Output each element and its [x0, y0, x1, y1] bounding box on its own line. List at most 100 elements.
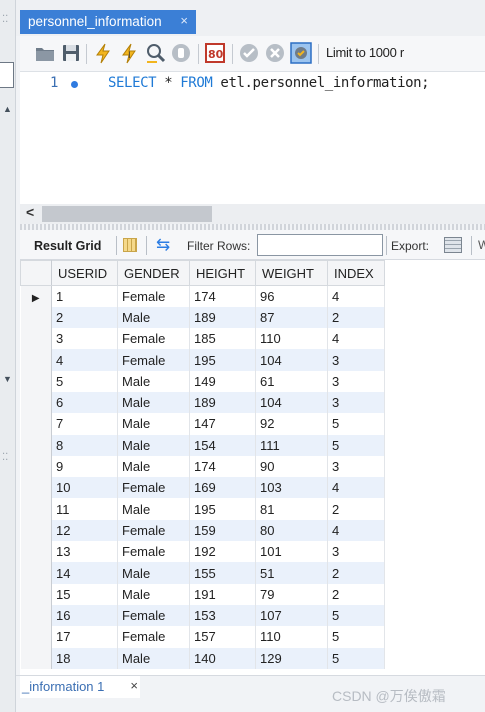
- query-tab[interactable]: personnel_information ×: [20, 10, 196, 34]
- export-icon[interactable]: [444, 237, 462, 253]
- adjacent-input-edge[interactable]: [0, 62, 14, 88]
- grid-layout-icon[interactable]: [123, 238, 137, 252]
- cell-height[interactable]: 185: [189, 328, 256, 350]
- table-row[interactable]: ▶ 1 Female 174 96 4: [20, 285, 385, 307]
- row-indicator[interactable]: [20, 455, 52, 478]
- row-indicator[interactable]: [20, 328, 52, 350]
- wrap-cell-label[interactable]: W: [478, 238, 485, 252]
- cell-weight[interactable]: 79: [255, 583, 328, 605]
- cell-weight[interactable]: 92: [255, 413, 328, 435]
- cell-height[interactable]: 189: [189, 391, 256, 414]
- table-row[interactable]: 12 Female 159 80 4: [20, 519, 385, 542]
- cell-gender[interactable]: Male: [117, 562, 190, 584]
- cell-height[interactable]: 189: [189, 306, 256, 329]
- column-header-index[interactable]: INDEX: [327, 260, 385, 286]
- row-indicator[interactable]: [20, 477, 52, 499]
- cell-userid[interactable]: 4: [51, 349, 118, 371]
- cell-gender[interactable]: Female: [117, 604, 190, 627]
- execute-current-icon[interactable]: I: [118, 42, 140, 64]
- cell-height[interactable]: 140: [189, 647, 256, 669]
- row-indicator[interactable]: [20, 391, 52, 414]
- cell-gender[interactable]: Male: [117, 455, 190, 478]
- cell-index[interactable]: 5: [327, 647, 385, 669]
- row-indicator[interactable]: [20, 626, 52, 648]
- cell-weight[interactable]: 110: [255, 328, 328, 350]
- cell-height[interactable]: 153: [189, 604, 256, 627]
- explain-magnifier-icon[interactable]: [144, 42, 166, 64]
- commit-check-icon[interactable]: [238, 42, 260, 64]
- cell-weight[interactable]: 81: [255, 498, 328, 520]
- cell-userid[interactable]: 2: [51, 306, 118, 329]
- column-header-userid[interactable]: USERID: [51, 260, 118, 286]
- close-icon[interactable]: ×: [180, 13, 188, 28]
- table-row[interactable]: 11 Male 195 81 2: [20, 498, 385, 520]
- scroll-thumb[interactable]: [42, 206, 212, 222]
- row-indicator[interactable]: ▶: [20, 285, 52, 307]
- cell-index[interactable]: 3: [327, 541, 385, 563]
- cell-height[interactable]: 147: [189, 413, 256, 435]
- cell-weight[interactable]: 80: [255, 519, 328, 542]
- row-indicator[interactable]: [20, 647, 52, 669]
- cell-gender[interactable]: Male: [117, 647, 190, 669]
- table-row[interactable]: 14 Male 155 51 2: [20, 562, 385, 584]
- table-row[interactable]: 5 Male 149 61 3: [20, 370, 385, 392]
- cell-index[interactable]: 4: [327, 477, 385, 499]
- cell-userid[interactable]: 16: [51, 604, 118, 627]
- row-indicator[interactable]: [20, 604, 52, 627]
- cell-index[interactable]: 2: [327, 498, 385, 520]
- cell-gender[interactable]: Female: [117, 477, 190, 499]
- row-indicator[interactable]: [20, 583, 52, 605]
- cell-gender[interactable]: Female: [117, 541, 190, 563]
- cell-userid[interactable]: 17: [51, 626, 118, 648]
- cell-weight[interactable]: 111: [255, 434, 328, 456]
- cell-weight[interactable]: 61: [255, 370, 328, 392]
- stop-hand-icon[interactable]: [170, 42, 192, 64]
- column-header-weight[interactable]: WEIGHT: [255, 260, 328, 286]
- cell-index[interactable]: 2: [327, 583, 385, 605]
- column-header-height[interactable]: HEIGHT: [189, 260, 256, 286]
- cell-height[interactable]: 195: [189, 498, 256, 520]
- table-row[interactable]: 13 Female 192 101 3: [20, 541, 385, 563]
- cell-userid[interactable]: 18: [51, 647, 118, 669]
- cell-gender[interactable]: Female: [117, 519, 190, 542]
- cell-userid[interactable]: 5: [51, 370, 118, 392]
- row-indicator[interactable]: [20, 413, 52, 435]
- cell-userid[interactable]: 7: [51, 413, 118, 435]
- cell-index[interactable]: 2: [327, 306, 385, 329]
- table-row[interactable]: 6 Male 189 104 3: [20, 391, 385, 414]
- cell-height[interactable]: 195: [189, 349, 256, 371]
- cell-index[interactable]: 5: [327, 413, 385, 435]
- cell-userid[interactable]: 8: [51, 434, 118, 456]
- cell-index[interactable]: 2: [327, 562, 385, 584]
- cell-userid[interactable]: 11: [51, 498, 118, 520]
- row-indicator[interactable]: [20, 370, 52, 392]
- cell-index[interactable]: 4: [327, 328, 385, 350]
- autocommit-toggle-icon[interactable]: [290, 42, 312, 64]
- execute-lightning-icon[interactable]: [92, 42, 114, 64]
- cell-weight[interactable]: 51: [255, 562, 328, 584]
- filter-rows-input[interactable]: [257, 234, 383, 256]
- cell-weight[interactable]: 103: [255, 477, 328, 499]
- row-indicator[interactable]: [20, 349, 52, 371]
- cell-index[interactable]: 3: [327, 370, 385, 392]
- open-folder-icon[interactable]: [34, 42, 56, 64]
- cell-userid[interactable]: 10: [51, 477, 118, 499]
- cell-height[interactable]: 191: [189, 583, 256, 605]
- cell-gender[interactable]: Male: [117, 370, 190, 392]
- cell-gender[interactable]: Female: [117, 349, 190, 371]
- rollback-cancel-icon[interactable]: [264, 42, 286, 64]
- table-row[interactable]: 10 Female 169 103 4: [20, 477, 385, 499]
- cell-weight[interactable]: 90: [255, 455, 328, 478]
- cell-index[interactable]: 5: [327, 626, 385, 648]
- table-row[interactable]: 7 Male 147 92 5: [20, 413, 385, 435]
- table-row[interactable]: 18 Male 140 129 5: [20, 647, 385, 669]
- table-row[interactable]: 3 Female 185 110 4: [20, 328, 385, 350]
- scroll-left-icon[interactable]: <: [26, 204, 34, 220]
- row-indicator[interactable]: [20, 498, 52, 520]
- table-row[interactable]: 8 Male 154 111 5: [20, 434, 385, 456]
- sql-statement[interactable]: SELECT * FROM etl.personnel_information;: [108, 75, 430, 91]
- cell-index[interactable]: 3: [327, 391, 385, 414]
- cell-gender[interactable]: Male: [117, 391, 190, 414]
- cell-height[interactable]: 169: [189, 477, 256, 499]
- toggle-error-icon[interactable]: 80: [204, 42, 226, 64]
